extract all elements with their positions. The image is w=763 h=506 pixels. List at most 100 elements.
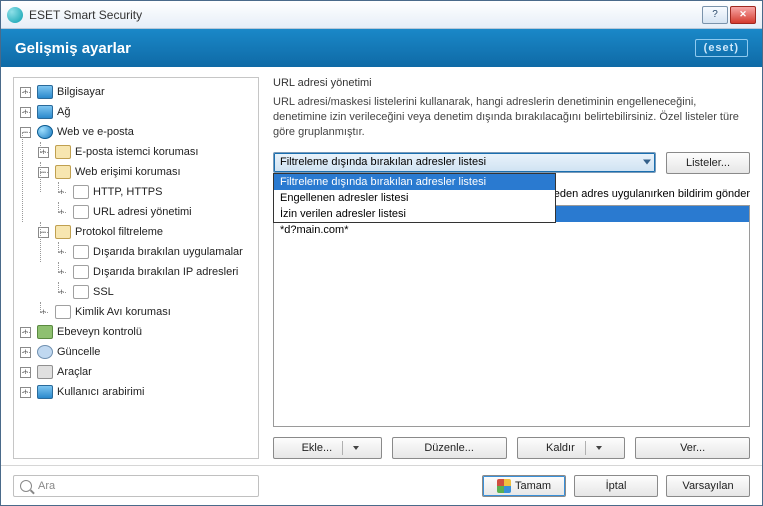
doc-icon xyxy=(55,305,71,319)
leaf-icon xyxy=(56,287,67,298)
tree-label: Bilgisayar xyxy=(57,86,105,98)
window-title: ESET Smart Security xyxy=(29,8,702,22)
help-button[interactable] xyxy=(702,6,728,24)
brand-badge: (eset) xyxy=(695,39,748,57)
tree-item-http[interactable]: HTTP, HTTPS xyxy=(70,182,256,202)
tree-item-weberisimi[interactable]: Web erişimi koruması xyxy=(52,162,256,182)
export-button[interactable]: Ver... xyxy=(635,437,750,459)
search-icon xyxy=(20,480,32,492)
collapse-icon[interactable] xyxy=(20,127,31,138)
tree-label: Güncelle xyxy=(57,346,100,358)
defaults-button[interactable]: Varsayılan xyxy=(666,475,750,497)
combo-option[interactable]: Engellenen adresler listesi xyxy=(274,190,555,206)
leaf-icon xyxy=(56,187,67,198)
search-input[interactable]: Ara xyxy=(13,475,259,497)
expand-icon[interactable] xyxy=(20,347,31,358)
doc-icon xyxy=(73,245,89,259)
parent-icon xyxy=(37,325,53,339)
tree-label: Kullanıcı arabirimi xyxy=(57,386,144,398)
tree-label: URL adresi yönetimi xyxy=(93,206,192,218)
tree-label: Ebeveyn kontrolü xyxy=(57,326,142,338)
button-label: Tamam xyxy=(515,480,551,492)
expand-icon[interactable] xyxy=(20,87,31,98)
tree-item-kimlik[interactable]: Kimlik Avı koruması xyxy=(52,302,256,322)
expand-icon[interactable] xyxy=(20,387,31,398)
section-description: URL adresi/maskesi listelerini kullanara… xyxy=(273,95,750,140)
tree-item-araclar[interactable]: Araçlar xyxy=(34,362,256,382)
update-icon xyxy=(37,345,53,359)
tree-label: SSL xyxy=(93,286,114,298)
expand-icon[interactable] xyxy=(38,147,49,158)
tree-item-disarida-ip[interactable]: Dışarıda bırakılan IP adresleri xyxy=(70,262,256,282)
tree-item-guncelle[interactable]: Güncelle xyxy=(34,342,256,362)
leaf-icon xyxy=(38,307,49,318)
folder-icon xyxy=(55,225,71,239)
chevron-down-icon xyxy=(596,446,602,450)
button-label: Kaldır xyxy=(546,442,575,454)
list-type-row: Filtreleme dışında bırakılan adresler li… xyxy=(273,152,750,174)
monitor-icon xyxy=(37,385,53,399)
list-type-dropdown[interactable]: Filtreleme dışında bırakılan adresler li… xyxy=(273,173,556,223)
tree-item-protokol[interactable]: Protokol filtreleme xyxy=(52,222,256,242)
expand-icon[interactable] xyxy=(20,367,31,378)
close-button[interactable] xyxy=(730,6,756,24)
leaf-icon xyxy=(56,267,67,278)
tree-item-ag[interactable]: Ağ xyxy=(34,102,256,122)
tree-item-kullanici[interactable]: Kullanıcı arabirimi xyxy=(34,382,256,402)
monitor-icon xyxy=(37,105,53,119)
list-action-row: Ekle... Düzenle... Kaldır Ver... xyxy=(273,437,750,459)
tools-icon xyxy=(37,365,53,379)
tree-label: Kimlik Avı koruması xyxy=(75,306,171,318)
tree-label: Araçlar xyxy=(57,366,92,378)
tree-label: Protokol filtreleme xyxy=(75,226,163,238)
leaf-icon xyxy=(56,207,67,218)
doc-icon xyxy=(73,285,89,299)
tree-item-ssl[interactable]: SSL xyxy=(70,282,256,302)
content-area: Bilgisayar Ağ Web ve e-posta E-posta ist… xyxy=(1,67,762,465)
search-placeholder: Ara xyxy=(38,480,55,492)
combo-value: Filtreleme dışında bırakılan adresler li… xyxy=(280,156,486,168)
app-icon xyxy=(7,7,23,23)
button-label: Ekle... xyxy=(302,442,333,454)
tree-item-disarida-uyg[interactable]: Dışarıda bırakılan uygulamalar xyxy=(70,242,256,262)
list-type-combo[interactable]: Filtreleme dışında bırakılan adresler li… xyxy=(273,152,656,173)
chevron-down-icon xyxy=(353,446,359,450)
tree-label: Web ve e-posta xyxy=(57,126,134,138)
tree-label: Web erişimi koruması xyxy=(75,166,181,178)
ok-button[interactable]: Tamam xyxy=(482,475,566,497)
cancel-button[interactable]: İptal xyxy=(574,475,658,497)
add-button[interactable]: Ekle... xyxy=(273,437,382,459)
remove-button[interactable]: Kaldır xyxy=(517,437,626,459)
tree-item-url[interactable]: URL adresi yönetimi xyxy=(70,202,256,222)
settings-panel: URL adresi yönetimi URL adresi/maskesi l… xyxy=(273,77,750,459)
doc-icon xyxy=(73,185,89,199)
expand-icon[interactable] xyxy=(20,327,31,338)
expand-icon[interactable] xyxy=(20,107,31,118)
combo-option[interactable]: İzin verilen adresler listesi xyxy=(274,206,555,222)
edit-button[interactable]: Düzenle... xyxy=(392,437,507,459)
tree-item-eposta[interactable]: E-posta istemci koruması xyxy=(52,142,256,162)
shield-icon xyxy=(497,479,511,493)
leaf-icon xyxy=(56,247,67,258)
window-controls xyxy=(702,6,756,24)
app-window: ESET Smart Security Gelişmiş ayarlar (es… xyxy=(0,0,763,506)
tree-item-bilgisayar[interactable]: Bilgisayar xyxy=(34,82,256,102)
list-item[interactable]: *d?main.com* xyxy=(274,222,749,238)
settings-tree[interactable]: Bilgisayar Ağ Web ve e-posta E-posta ist… xyxy=(13,77,259,459)
titlebar: ESET Smart Security xyxy=(1,1,762,29)
collapse-icon[interactable] xyxy=(38,227,49,238)
tree-item-ebeveyn[interactable]: Ebeveyn kontrolü xyxy=(34,322,256,342)
globe-icon xyxy=(37,125,53,139)
lists-button[interactable]: Listeler... xyxy=(666,152,750,174)
tree-label: Dışarıda bırakılan uygulamalar xyxy=(93,246,243,258)
collapse-icon[interactable] xyxy=(38,167,49,178)
tree-label: Ağ xyxy=(57,106,70,118)
combo-option[interactable]: Filtreleme dışında bırakılan adresler li… xyxy=(274,174,555,190)
tree-label: E-posta istemci koruması xyxy=(75,146,198,158)
folder-icon xyxy=(55,165,71,179)
monitor-icon xyxy=(37,85,53,99)
folder-icon xyxy=(55,145,71,159)
tree-item-web[interactable]: Web ve e-posta xyxy=(34,122,256,142)
doc-icon xyxy=(73,265,89,279)
address-listbox[interactable]: *.tld* *d?main.com* xyxy=(273,205,750,427)
